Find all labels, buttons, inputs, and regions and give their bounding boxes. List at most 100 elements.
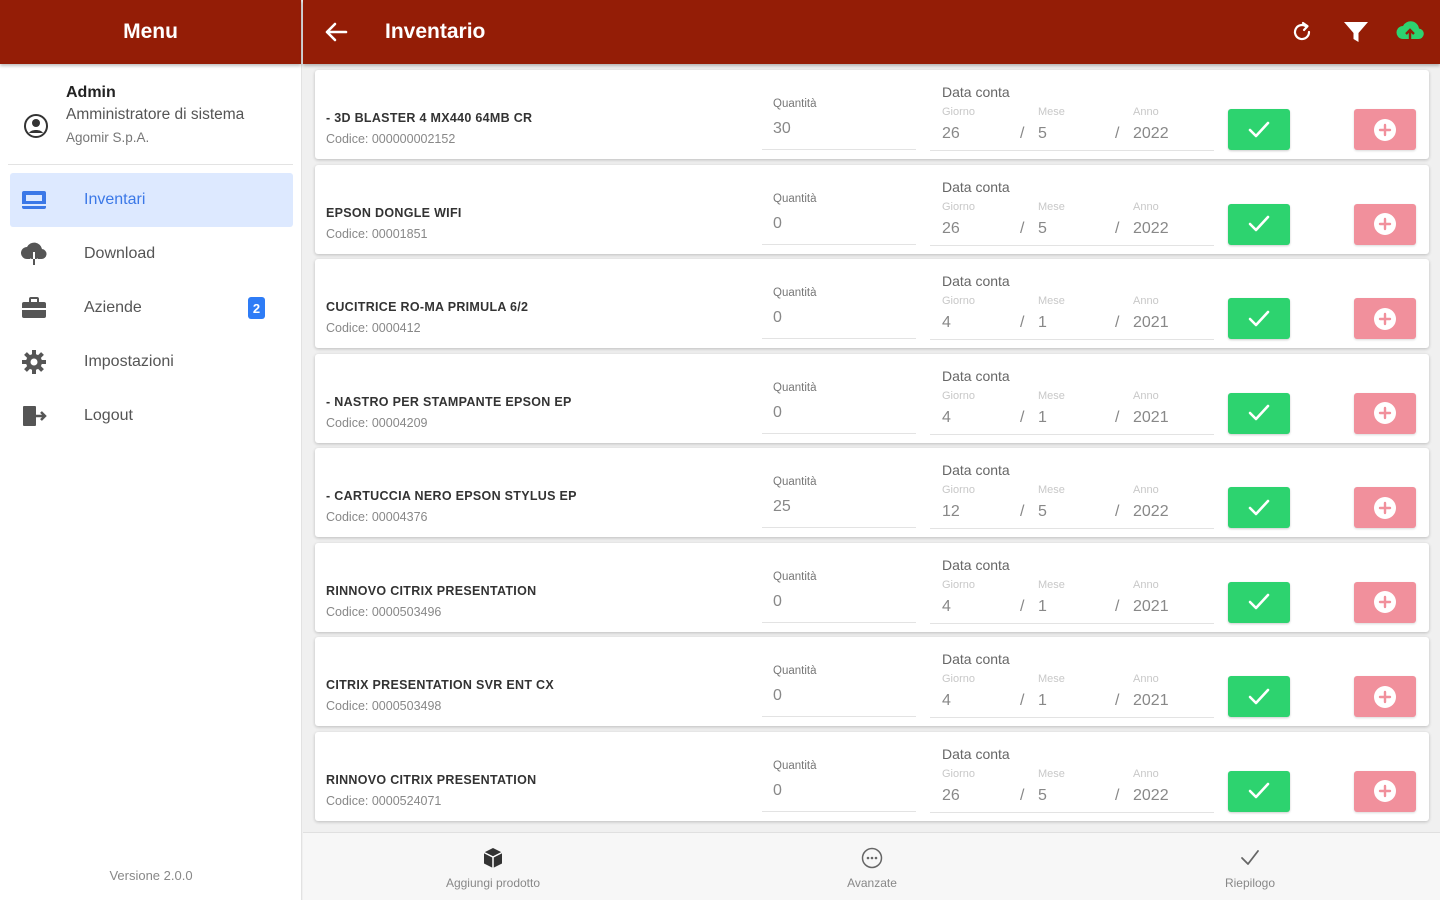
- day-input[interactable]: 4: [942, 314, 951, 332]
- month-input[interactable]: 5: [1038, 125, 1047, 143]
- quantity-field[interactable]: Quantità 0: [762, 659, 916, 717]
- tab-add-product[interactable]: Aggiungi prodotto: [393, 833, 593, 900]
- month-input[interactable]: 1: [1038, 692, 1047, 710]
- month-input[interactable]: 5: [1038, 787, 1047, 805]
- product-name: CUCITRICE RO-MA PRIMULA 6/2: [326, 300, 529, 314]
- product-name: - CARTUCCIA NERO EPSON STYLUS EP: [326, 489, 577, 503]
- product-code: Codice: 0000503496: [326, 604, 442, 619]
- year-input[interactable]: 2021: [1133, 409, 1169, 427]
- checkmark-icon: [1248, 782, 1270, 799]
- sidebar-item-aziende[interactable]: Aziende 2: [10, 281, 293, 335]
- add-quantity-button[interactable]: [1354, 109, 1416, 150]
- day-input[interactable]: 4: [942, 598, 951, 616]
- date-separator: /: [1020, 125, 1025, 142]
- cloud-upload-icon[interactable]: [1392, 14, 1428, 50]
- year-input[interactable]: 2021: [1133, 692, 1169, 710]
- sidebar-item-download[interactable]: Download: [10, 227, 293, 281]
- quantity-value[interactable]: 0: [773, 404, 782, 422]
- filter-icon[interactable]: [1338, 14, 1374, 50]
- day-input[interactable]: 26: [942, 220, 960, 238]
- quantity-field[interactable]: Quantità 0: [762, 281, 916, 339]
- add-circle-icon: [1374, 118, 1396, 141]
- year-label: Anno: [1133, 295, 1159, 307]
- year-input[interactable]: 2021: [1133, 314, 1169, 332]
- month-label: Mese: [1038, 673, 1065, 685]
- year-input[interactable]: 2022: [1133, 220, 1169, 238]
- add-quantity-button[interactable]: [1354, 676, 1416, 717]
- year-input[interactable]: 2021: [1133, 598, 1169, 616]
- inventory-card: EPSON DONGLE WIFI Codice: 00001851 Quant…: [315, 164, 1429, 254]
- product-code: Codice: 00004209: [326, 415, 428, 430]
- quantity-value[interactable]: 30: [773, 120, 791, 138]
- month-input[interactable]: 5: [1038, 503, 1047, 521]
- month-input[interactable]: 5: [1038, 220, 1047, 238]
- sidebar-item-inventari[interactable]: Inventari: [10, 173, 293, 227]
- quantity-value[interactable]: 25: [773, 498, 791, 516]
- gear-icon: [20, 348, 48, 376]
- tab-advanced[interactable]: Avanzate: [772, 833, 972, 900]
- day-input[interactable]: 4: [942, 409, 951, 427]
- date-separator: /: [1020, 219, 1025, 237]
- quantity-value[interactable]: 0: [773, 687, 782, 705]
- checkmark-icon: [1248, 593, 1270, 610]
- add-quantity-button[interactable]: [1354, 392, 1416, 434]
- sidebar-item-label: Inventari: [84, 191, 146, 208]
- quantity-value[interactable]: 0: [773, 215, 782, 233]
- quantity-label: Quantità: [773, 381, 817, 394]
- confirm-button[interactable]: [1228, 676, 1290, 717]
- confirm-button[interactable]: [1228, 109, 1290, 150]
- checkmark-icon: [1248, 404, 1270, 421]
- tab-summary[interactable]: Riepilogo: [1150, 833, 1350, 900]
- confirm-button[interactable]: [1228, 487, 1290, 528]
- quantity-field[interactable]: Quantità 0: [762, 754, 916, 812]
- quantity-value[interactable]: 0: [773, 593, 782, 611]
- quantity-label: Quantità: [773, 98, 817, 110]
- confirm-button[interactable]: [1228, 392, 1290, 434]
- confirm-button[interactable]: [1228, 203, 1290, 245]
- quantity-value[interactable]: 0: [773, 782, 782, 800]
- quantity-field[interactable]: Quantità 0: [762, 376, 916, 434]
- date-separator: /: [1115, 314, 1120, 331]
- month-label: Mese: [1038, 295, 1065, 307]
- date-separator: /: [1115, 597, 1120, 615]
- confirm-button[interactable]: [1228, 298, 1290, 339]
- quantity-field[interactable]: Quantità 25: [762, 470, 916, 528]
- add-quantity-button[interactable]: [1354, 298, 1416, 339]
- add-quantity-button[interactable]: [1354, 581, 1416, 623]
- sidebar-title: Menu: [123, 20, 178, 43]
- quantity-field[interactable]: Quantità 0: [762, 565, 916, 623]
- add-quantity-button[interactable]: [1354, 203, 1416, 245]
- product-code: Codice: 00001851: [326, 226, 428, 241]
- sidebar-item-label: Impostazioni: [84, 353, 174, 370]
- refresh-icon[interactable]: [1284, 14, 1320, 50]
- quantity-field[interactable]: Quantità 30: [762, 92, 916, 150]
- day-input[interactable]: 26: [942, 125, 960, 143]
- confirm-button[interactable]: [1228, 581, 1290, 623]
- year-label: Anno: [1133, 578, 1159, 591]
- year-label: Anno: [1133, 767, 1159, 780]
- cube-icon: [481, 846, 505, 870]
- date-separator: /: [1020, 314, 1025, 331]
- day-label: Giorno: [942, 767, 976, 780]
- year-input[interactable]: 2022: [1133, 787, 1169, 805]
- sidebar-item-logout[interactable]: Logout: [10, 389, 293, 443]
- day-input[interactable]: 12: [942, 503, 960, 521]
- year-input[interactable]: 2022: [1133, 503, 1169, 521]
- year-input[interactable]: 2022: [1133, 125, 1169, 143]
- add-quantity-button[interactable]: [1354, 487, 1416, 528]
- back-arrow-icon[interactable]: [321, 17, 351, 47]
- confirm-button[interactable]: [1228, 770, 1290, 812]
- profile-company: Agomir S.p.A.: [66, 130, 150, 145]
- quantity-value[interactable]: 0: [773, 309, 782, 327]
- day-input[interactable]: 4: [942, 692, 951, 710]
- add-quantity-button[interactable]: [1354, 770, 1416, 812]
- quantity-field[interactable]: Quantità 0: [762, 187, 916, 245]
- month-input[interactable]: 1: [1038, 314, 1047, 332]
- month-input[interactable]: 1: [1038, 598, 1047, 616]
- day-input[interactable]: 26: [942, 787, 960, 805]
- sidebar-item-impostazioni[interactable]: Impostazioni: [10, 335, 293, 389]
- quantity-label: Quantità: [773, 287, 817, 299]
- product-name: - 3D BLASTER 4 MX440 64MB CR: [326, 111, 533, 125]
- sidebar-item-label: Logout: [84, 407, 133, 424]
- month-input[interactable]: 1: [1038, 409, 1047, 427]
